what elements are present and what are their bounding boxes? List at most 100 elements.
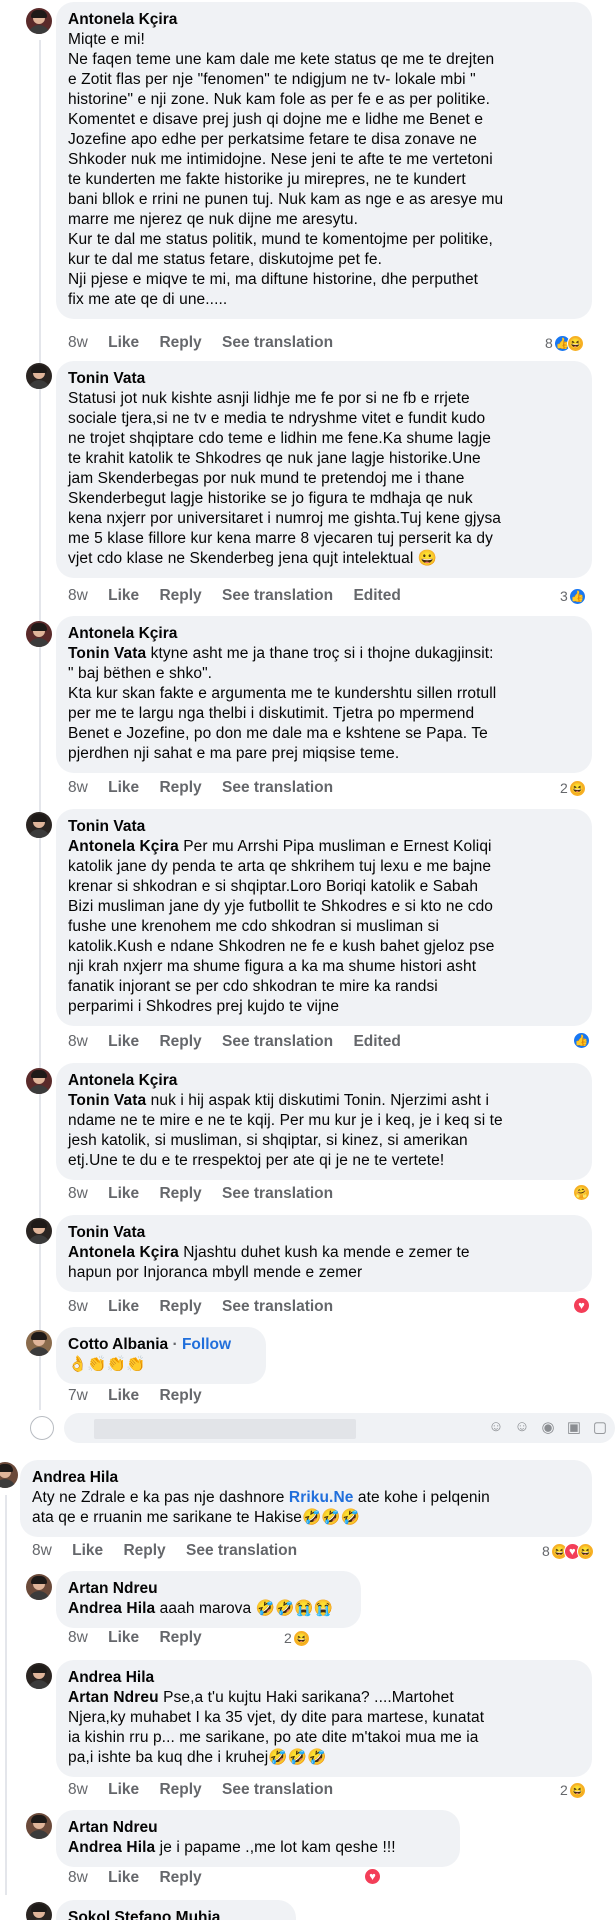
comment-author[interactable]: Andrea Hila — [32, 1468, 580, 1488]
reply-button[interactable]: Reply — [159, 779, 201, 796]
comment-time[interactable]: 8w — [32, 1542, 52, 1559]
comment-time[interactable]: 8w — [68, 1033, 88, 1050]
comment-author[interactable]: Tonin Vata — [68, 1223, 580, 1243]
reactions[interactable]: 2 😆 — [560, 1780, 586, 1800]
see-translation-button[interactable]: See translation — [222, 1033, 333, 1050]
sticker-icon[interactable]: ▢ — [591, 1418, 609, 1436]
comment-author[interactable]: Tonin Vata — [68, 817, 580, 837]
comment-time[interactable]: 8w — [68, 1629, 88, 1646]
emoji-icon[interactable]: ☺ — [513, 1418, 531, 1436]
reactions[interactable]: 3 👍 — [560, 586, 586, 606]
reply-button[interactable]: Reply — [159, 1629, 201, 1646]
reactions[interactable]: 2 😆 — [284, 1628, 310, 1648]
comment-text: Tonin Vata nuk i hij aspak ktij diskutim… — [68, 1091, 580, 1171]
like-button[interactable]: Like — [108, 779, 139, 796]
comment-body: aaah marova 🤣🤣😭😭 — [155, 1600, 334, 1617]
mention-link[interactable]: Antonela Kçira — [68, 1244, 179, 1261]
comment-time[interactable]: 7w — [68, 1387, 88, 1404]
avatar[interactable] — [26, 1330, 52, 1356]
reply-button[interactable]: Reply — [159, 587, 201, 604]
comment-author[interactable]: Artan Ndreu — [68, 1579, 349, 1599]
mention-link[interactable]: Artan Ndreu — [68, 1689, 159, 1706]
avatar[interactable] — [26, 1813, 52, 1839]
see-translation-button[interactable]: See translation — [222, 1298, 333, 1315]
comment-time[interactable]: 8w — [68, 1298, 88, 1315]
avatar[interactable] — [26, 363, 52, 389]
like-button[interactable]: Like — [108, 1387, 139, 1404]
reply-button[interactable]: Reply — [159, 1185, 201, 1202]
comment-author[interactable]: Tonin Vata — [68, 369, 580, 389]
gif-icon[interactable]: ▣ — [565, 1418, 583, 1436]
reply-input[interactable]: ☺ ☺ ◉ ▣ ▢ — [64, 1413, 615, 1443]
comment-time[interactable]: 8w — [68, 1185, 88, 1202]
reactions[interactable]: 8 😆 ♥ 😆 — [542, 1541, 594, 1561]
mention-link[interactable]: Tonin Vata — [68, 645, 146, 662]
avatar[interactable] — [26, 8, 52, 34]
avatar[interactable] — [26, 1574, 52, 1600]
see-translation-button[interactable]: See translation — [222, 587, 333, 604]
comment-author[interactable]: Sokol Stefano Muhja — [68, 1908, 284, 1920]
reactions[interactable]: 🤗 — [573, 1184, 590, 1201]
reply-button[interactable]: Reply — [159, 1387, 201, 1404]
reactions[interactable]: 8 👍 😆 — [545, 333, 584, 353]
reply-button[interactable]: Reply — [159, 1869, 201, 1886]
reactions[interactable]: 👍 — [573, 1032, 590, 1049]
mention-link[interactable]: Antonela Kçira — [68, 838, 179, 855]
comment-text: Aty ne Zdrale e ka pas nje dashnore Rrik… — [32, 1488, 580, 1528]
reply-button[interactable]: Reply — [159, 1781, 201, 1798]
avatar[interactable] — [26, 1068, 52, 1094]
like-button[interactable]: Like — [108, 587, 139, 604]
reactions[interactable]: 2 😆 — [560, 778, 586, 798]
comment-author[interactable]: Artan Ndreu — [68, 1818, 448, 1838]
like-button[interactable]: Like — [108, 1033, 139, 1050]
mention-link[interactable]: Andrea Hila — [68, 1839, 155, 1856]
camera-icon[interactable]: ◉ — [539, 1418, 557, 1436]
comment-time[interactable]: 8w — [68, 1781, 88, 1798]
avatar[interactable] — [26, 1902, 52, 1920]
like-button[interactable]: Like — [108, 334, 139, 351]
like-button[interactable]: Like — [108, 1298, 139, 1315]
like-button[interactable]: Like — [108, 1781, 139, 1798]
avatar-sticker-icon[interactable]: ☺ — [487, 1418, 505, 1436]
comment-author[interactable]: Cotto Albania — [68, 1336, 168, 1353]
see-translation-button[interactable]: See translation — [222, 1185, 333, 1202]
mention-link[interactable]: Tonin Vata — [68, 1092, 146, 1109]
avatar[interactable] — [26, 621, 52, 647]
edited-label[interactable]: Edited — [353, 587, 400, 604]
reactions[interactable]: ♥ — [573, 1297, 590, 1314]
see-translation-button[interactable]: See translation — [222, 1781, 333, 1798]
see-translation-button[interactable]: See translation — [222, 779, 333, 796]
like-button[interactable]: Like — [72, 1542, 103, 1559]
see-translation-button[interactable]: See translation — [186, 1542, 297, 1559]
mention-link[interactable]: Andrea Hila — [68, 1600, 155, 1617]
avatar[interactable] — [26, 1218, 52, 1244]
reply-button[interactable]: Reply — [159, 1298, 201, 1315]
comment-text: Antonela Kçira Per mu Arrshi Pipa muslim… — [68, 837, 580, 1017]
see-translation-button[interactable]: See translation — [222, 334, 333, 351]
comment-time[interactable]: 8w — [68, 334, 88, 351]
edited-label[interactable]: Edited — [353, 1033, 400, 1050]
like-button[interactable]: Like — [108, 1629, 139, 1646]
comment-author[interactable]: Antonela Kçira — [68, 624, 580, 644]
avatar[interactable] — [0, 1462, 18, 1488]
reply-button[interactable]: Reply — [159, 1033, 201, 1050]
comment-author[interactable]: Andrea Hila — [68, 1668, 580, 1688]
mention-link[interactable]: Rriku.Ne — [289, 1489, 354, 1506]
like-button[interactable]: Like — [108, 1185, 139, 1202]
comment-author[interactable]: Antonela Kçira — [68, 10, 580, 30]
comment-author[interactable]: Antonela Kçira — [68, 1071, 580, 1091]
avatar[interactable] — [26, 812, 52, 838]
thread-line — [39, 40, 41, 1410]
follow-button[interactable]: Follow — [182, 1336, 231, 1353]
comment-time[interactable]: 8w — [68, 1869, 88, 1886]
comment-time[interactable]: 8w — [68, 587, 88, 604]
reply-button[interactable]: Reply — [159, 334, 201, 351]
comment-bubble: Sokol Stefano Muhja — [56, 1900, 296, 1920]
reactions[interactable]: ♥ — [364, 1868, 381, 1885]
like-button[interactable]: Like — [108, 1869, 139, 1886]
avatar[interactable] — [26, 1663, 52, 1689]
reply-button[interactable]: Reply — [123, 1542, 165, 1559]
current-user-avatar[interactable] — [30, 1416, 54, 1440]
avatar-hair — [31, 623, 47, 631]
comment-time[interactable]: 8w — [68, 779, 88, 796]
